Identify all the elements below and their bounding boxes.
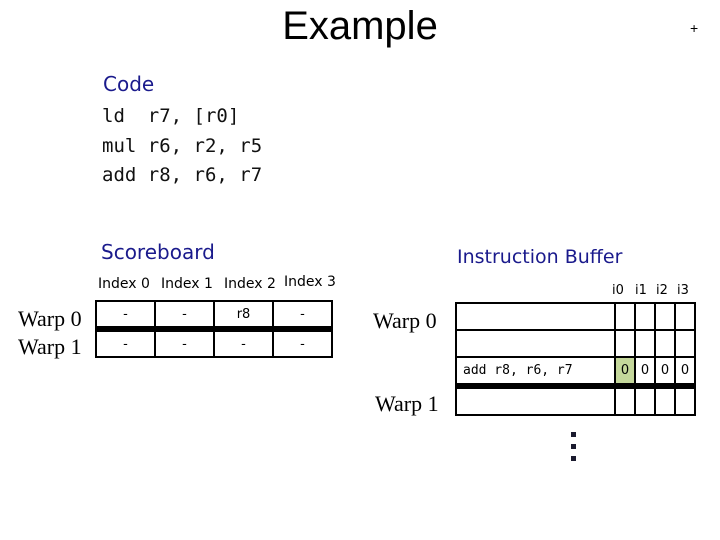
ib-warp-label: Warp 0	[373, 308, 437, 333]
scoreboard-col-header: Index 0	[98, 276, 150, 292]
scoreboard-col-header: Index 2	[224, 276, 276, 292]
ib-col-header: i0	[612, 283, 624, 298]
scoreboard-cell: -	[95, 328, 156, 358]
scoreboard-cell: -	[154, 300, 215, 332]
ib-warp-label: Warp 1	[375, 391, 439, 416]
code-line: ld r7, [r0]	[102, 105, 240, 127]
ib-bit: 0	[634, 356, 656, 389]
ib-bit	[654, 385, 676, 416]
instruction-buffer-table: add r8, r6, r7 0 0 0 0	[455, 302, 696, 416]
ib-bit	[674, 302, 696, 331]
ib-bit	[654, 329, 676, 358]
ib-bit	[614, 385, 636, 416]
ib-instruction	[455, 385, 616, 416]
ellipsis-dot	[571, 456, 576, 461]
ib-bit	[674, 329, 696, 358]
scoreboard-row-label: Warp 0	[18, 306, 82, 331]
ib-row	[455, 302, 696, 331]
scoreboard-cell: -	[272, 300, 333, 332]
scoreboard-col-header: Index 3	[284, 274, 336, 290]
scoreboard-cell: r8	[213, 300, 274, 332]
ellipsis-dot	[571, 432, 576, 437]
ib-bit	[654, 302, 676, 331]
scoreboard-table: - - r8 - - - - -	[95, 300, 333, 358]
ib-bit	[634, 302, 656, 331]
ib-bit	[614, 302, 636, 331]
ib-bit	[674, 385, 696, 416]
scoreboard-heading: Scoreboard	[101, 240, 215, 264]
ib-row	[455, 385, 696, 416]
ellipsis-dot	[571, 444, 576, 449]
code-heading: Code	[103, 72, 155, 96]
ib-col-header: i1	[635, 283, 647, 298]
scoreboard-cell: -	[154, 328, 215, 358]
plus-icon: +	[690, 20, 699, 36]
ib-bit	[634, 385, 656, 416]
ib-instruction: add r8, r6, r7	[455, 356, 616, 389]
scoreboard-row: - - - -	[95, 328, 333, 358]
ib-row: add r8, r6, r7 0 0 0 0	[455, 356, 696, 389]
ib-bit-highlighted: 0	[614, 356, 636, 389]
scoreboard-row-label: Warp 1	[18, 334, 82, 359]
scoreboard-col-header: Index 1	[161, 276, 213, 292]
ib-bit	[634, 329, 656, 358]
ib-col-header: i2	[656, 283, 668, 298]
ib-instruction	[455, 302, 616, 331]
ib-col-header: i3	[677, 283, 689, 298]
scoreboard-cell: -	[213, 328, 274, 358]
ib-bit: 0	[674, 356, 696, 389]
instruction-buffer-heading: Instruction Buffer	[457, 246, 623, 268]
ib-row	[455, 329, 696, 358]
code-line: add r8, r6, r7	[102, 164, 263, 186]
ib-bit	[614, 329, 636, 358]
scoreboard-row: - - r8 -	[95, 300, 333, 332]
scoreboard-cell: -	[272, 328, 333, 358]
code-line: mul r6, r2, r5	[102, 135, 263, 157]
ib-bit: 0	[654, 356, 676, 389]
ib-instruction	[455, 329, 616, 358]
slide-title: Example	[282, 4, 438, 48]
scoreboard-cell: -	[95, 300, 156, 332]
